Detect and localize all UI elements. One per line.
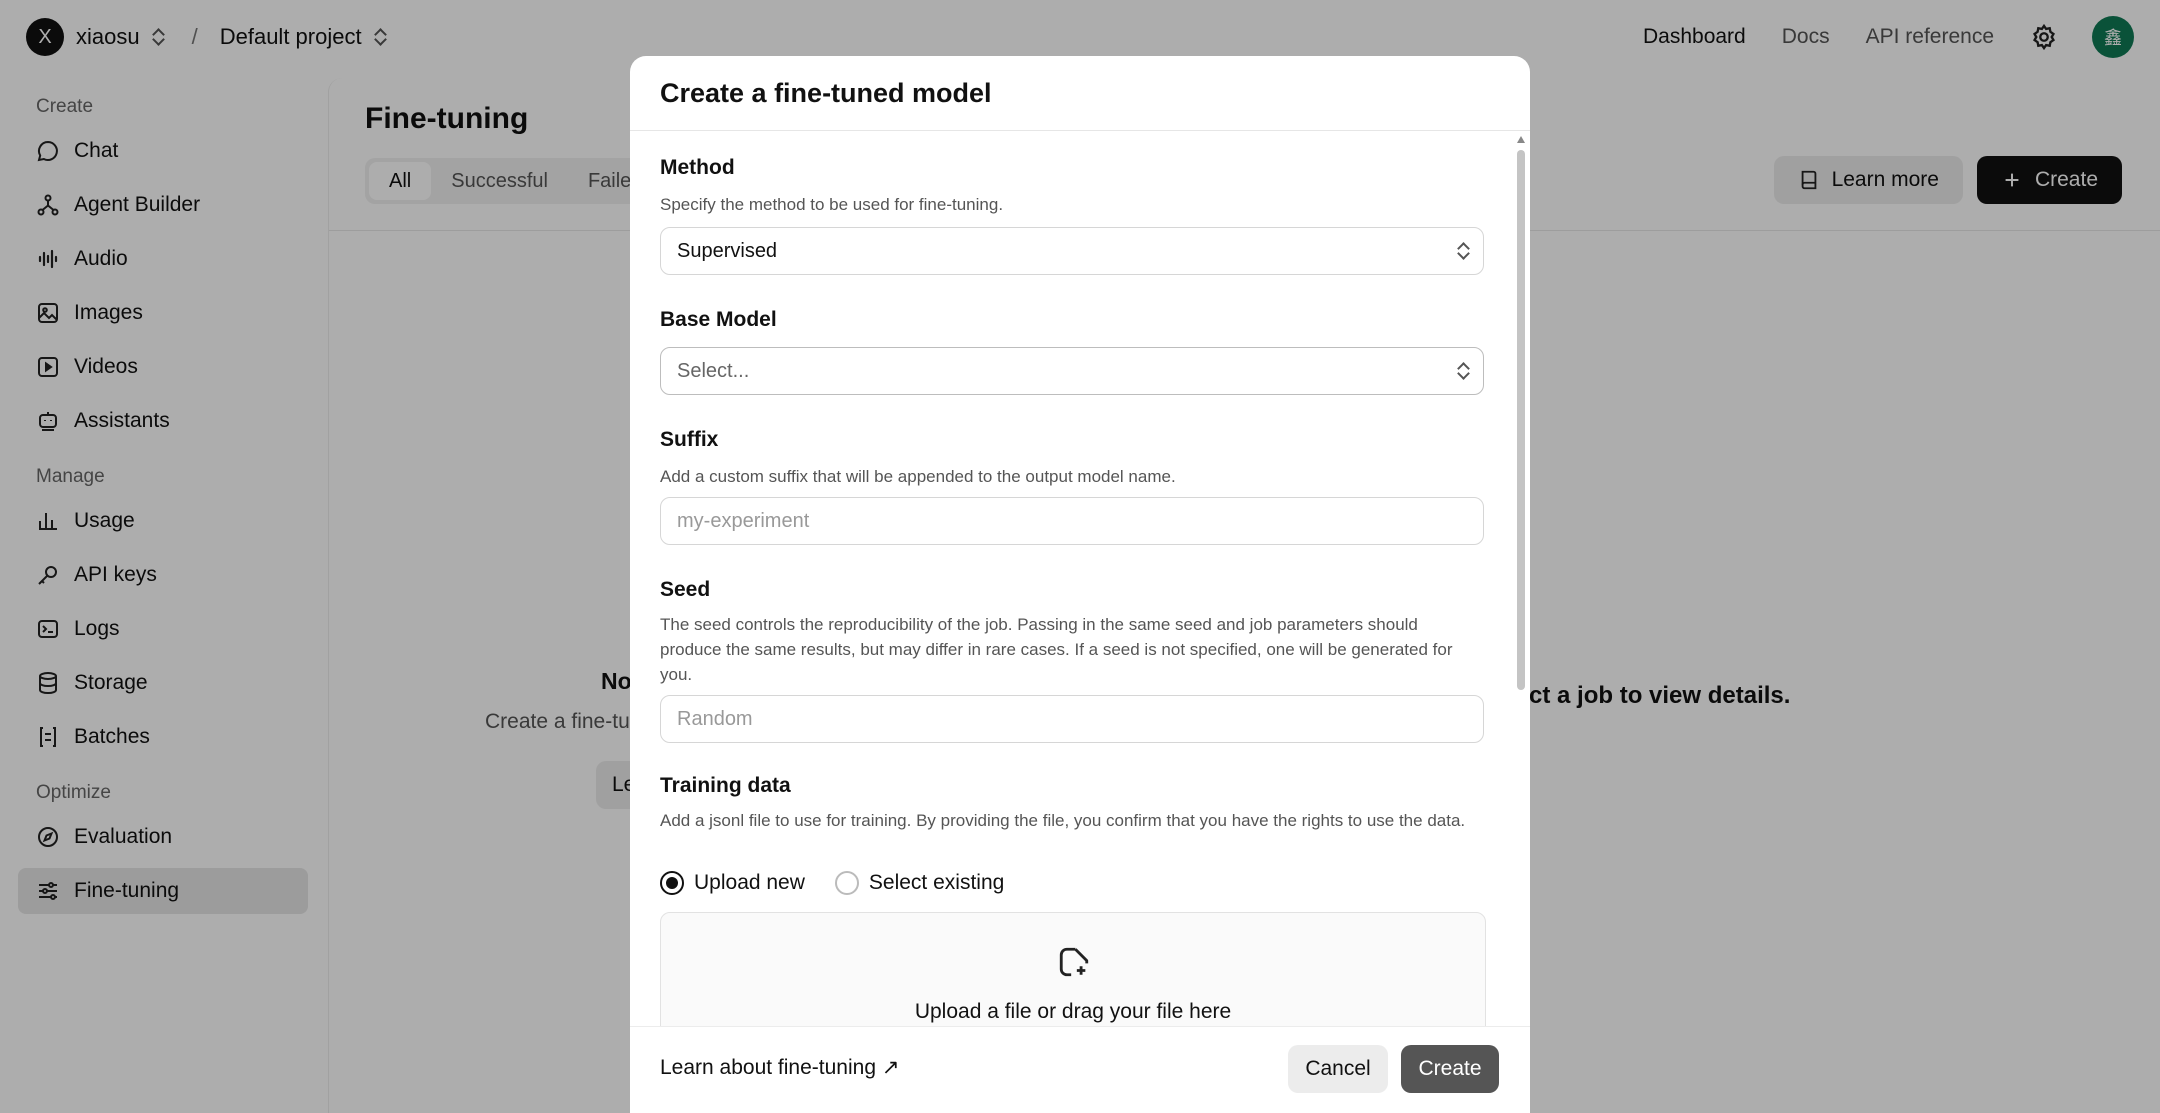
suffix-help: Add a custom suffix that will be appende…	[660, 467, 1176, 486]
upload-new-radio[interactable]	[660, 871, 684, 895]
dialog-title: Create a fine-tuned model	[630, 56, 1530, 131]
dialog-footer: Learn about fine-tuning ↗ Cancel Create	[630, 1026, 1530, 1113]
learn-fine-tuning-link[interactable]: Learn about fine-tuning ↗	[660, 1055, 899, 1080]
method-value: Supervised	[677, 239, 778, 262]
suffix-label: Suffix	[660, 428, 719, 451]
method-help: Specify the method to be used for fine-t…	[660, 195, 1004, 214]
select-existing-option[interactable]: Select existing	[834, 871, 1005, 895]
file-plus-icon	[1059, 947, 1089, 977]
seed-input[interactable]: Random	[660, 695, 1484, 743]
suffix-placeholder: my-experiment	[677, 509, 810, 532]
training-data-label: Training data	[660, 774, 791, 797]
select-existing-radio[interactable]	[834, 871, 859, 895]
select-existing-label: Select existing	[868, 871, 1005, 894]
method-field: Method Specify the method to be used for…	[660, 156, 1003, 217]
seed-field: Seed The seed controls the reproducibili…	[660, 578, 1484, 687]
upload-new-label: Upload new	[694, 871, 805, 894]
training-data-help: Add a jsonl file to use for training. By…	[660, 811, 1466, 830]
create-submit-button[interactable]: Create	[1401, 1045, 1499, 1093]
method-label: Method	[660, 156, 735, 179]
base-model-label: Base Model	[660, 308, 777, 331]
create-fine-tune-dialog: Create a fine-tuned model Method Specify…	[630, 56, 1530, 1113]
chevron-updown-icon	[1455, 360, 1471, 382]
training-data-field: Training data Add a jsonl file to use fo…	[660, 774, 1484, 833]
seed-label: Seed	[660, 578, 711, 601]
base-model-select[interactable]: Select...	[660, 347, 1484, 395]
base-model-placeholder: Select...	[677, 359, 750, 382]
chevron-updown-icon	[1455, 240, 1471, 262]
cancel-button[interactable]: Cancel	[1288, 1045, 1388, 1093]
scroll-up-arrow[interactable]	[1517, 136, 1525, 143]
seed-help: The seed controls the reproducibility of…	[660, 615, 1453, 684]
upload-new-option[interactable]: Upload new	[660, 871, 805, 895]
dropzone-label: Upload a file or drag your file here	[914, 1000, 1232, 1023]
scroll-thumb[interactable]	[1517, 150, 1525, 690]
suffix-input[interactable]: my-experiment	[660, 497, 1484, 545]
method-select[interactable]: Supervised	[660, 227, 1484, 275]
seed-placeholder: Random	[677, 707, 753, 730]
suffix-field: Suffix Add a custom suffix that will be …	[660, 428, 1176, 489]
dialog-scrollbar[interactable]	[1516, 136, 1526, 1076]
training-source-radios: Upload new Select existing	[660, 871, 1034, 895]
